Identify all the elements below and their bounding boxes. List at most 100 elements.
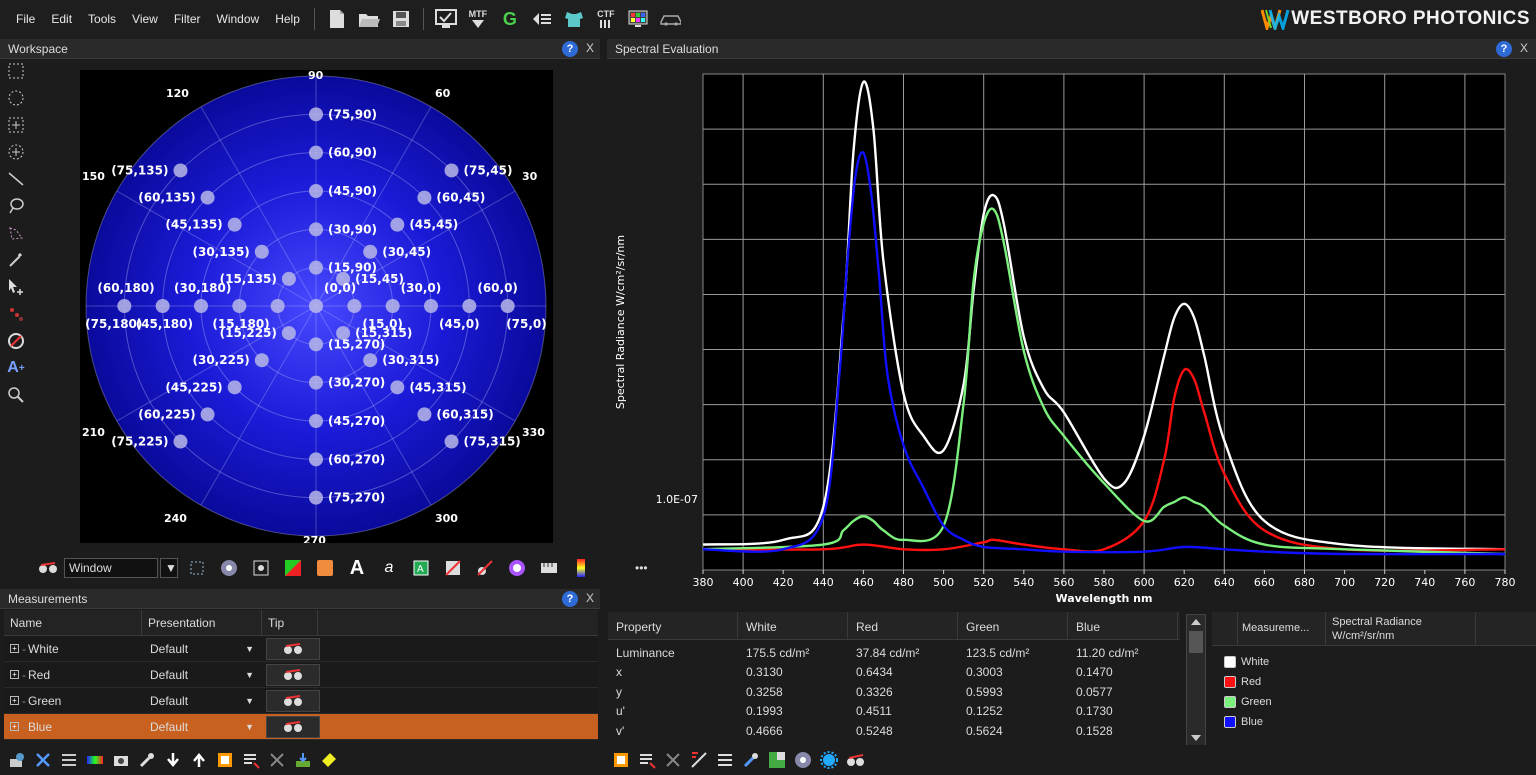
spectral-glasses-icon[interactable] [846, 751, 864, 769]
measurement-point[interactable] [200, 407, 215, 422]
measurement-point[interactable] [390, 217, 405, 232]
measurement-point[interactable] [309, 260, 323, 275]
tip-toggle[interactable] [266, 715, 320, 738]
g-icon[interactable]: G [499, 8, 521, 30]
menu-filter[interactable]: Filter [166, 12, 209, 26]
list-settings-icon[interactable] [60, 751, 78, 769]
measurement-point[interactable] [309, 337, 323, 352]
car-icon[interactable] [659, 8, 681, 30]
menu-help[interactable]: Help [267, 12, 308, 26]
measurement-point[interactable] [254, 353, 269, 368]
no-measure-icon[interactable] [474, 557, 496, 579]
magic-wand-icon[interactable] [4, 249, 28, 271]
measurement-point[interactable] [424, 299, 438, 313]
measurement-name-cell[interactable]: + - Red [4, 668, 142, 682]
shirt-icon[interactable] [563, 8, 585, 30]
measurement-point[interactable] [309, 299, 323, 313]
spectral-close-icon[interactable]: X [1520, 41, 1528, 55]
color-grid-icon[interactable] [627, 8, 649, 30]
measurement-point[interactable] [309, 414, 323, 428]
text-add-icon[interactable]: A + [4, 357, 28, 379]
spectral-settings-icon[interactable] [820, 751, 838, 769]
measurement-point[interactable] [173, 434, 188, 449]
export-icon[interactable] [216, 751, 234, 769]
lasso-icon[interactable] [4, 195, 28, 217]
polygon-points-icon[interactable] [4, 222, 28, 244]
gradient-icon[interactable] [86, 751, 104, 769]
spectral-chart[interactable]: 380 400 420 440 460 480 500 520 540 560 580 600 620 6… [607, 62, 1536, 607]
measurement-point[interactable] [462, 299, 477, 313]
rect-select-icon[interactable] [4, 60, 28, 82]
measurement-name-cell[interactable]: + - Green [4, 694, 142, 708]
measure-add-icon[interactable] [8, 751, 26, 769]
measurement-point[interactable] [385, 299, 400, 313]
spectral-scale-icon[interactable] [690, 751, 708, 769]
arrow-up-icon[interactable] [190, 751, 208, 769]
measurement-point[interactable] [500, 299, 515, 313]
menu-window[interactable]: Window [209, 12, 268, 26]
ruler-icon[interactable] [538, 557, 560, 579]
open-folder-icon[interactable] [358, 8, 380, 30]
legend-item[interactable]: Green [1212, 692, 1536, 712]
colorbar-icon[interactable] [570, 557, 592, 579]
text-icon[interactable]: A [346, 557, 368, 579]
menu-file[interactable]: File [8, 12, 43, 26]
tip-toggle[interactable] [266, 637, 320, 660]
measurement-point[interactable] [155, 299, 170, 313]
measurement-point[interactable] [347, 299, 362, 313]
measurements-help-icon[interactable]: ? [562, 591, 578, 607]
spectral-report-icon[interactable] [638, 751, 656, 769]
list-icon[interactable] [531, 8, 553, 30]
measurement-point[interactable] [270, 299, 285, 313]
polar-image[interactable]: (75,90)(60,90)(45,90)(30,90)(15,90)(75,1… [80, 70, 553, 543]
rect-point-icon[interactable] [4, 114, 28, 136]
expand-icon[interactable]: + [10, 644, 19, 653]
column-header-property[interactable]: Property [608, 612, 738, 639]
measurement-point[interactable] [254, 244, 269, 259]
menu-view[interactable]: View [124, 12, 166, 26]
measurement-point[interactable] [417, 190, 432, 205]
window-select-dropdown-icon[interactable]: ▼ [160, 558, 178, 578]
expand-icon[interactable]: + [10, 696, 19, 705]
column-header-white[interactable]: White [738, 612, 848, 639]
ellipse-select-icon[interactable] [4, 87, 28, 109]
table-row[interactable]: + - Green Default ▼ [4, 688, 598, 714]
menu-tools[interactable]: Tools [80, 12, 124, 26]
presentation-select[interactable]: Default ▼ [142, 694, 262, 708]
measurement-point[interactable] [309, 107, 323, 122]
column-header-red[interactable]: Red [848, 612, 958, 639]
measurement-point[interactable] [309, 490, 323, 505]
presentation-select[interactable]: Default ▼ [142, 720, 262, 734]
measurement-point[interactable] [227, 217, 242, 232]
spectral-list-icon[interactable] [716, 751, 734, 769]
column-header-green[interactable]: Green [958, 612, 1068, 639]
menu-edit[interactable]: Edit [43, 12, 80, 26]
probe-icon[interactable] [138, 751, 156, 769]
red-points-icon[interactable] [4, 303, 28, 325]
import-icon[interactable] [294, 751, 312, 769]
ctf-icon[interactable]: CTF [595, 8, 617, 30]
measurement-point[interactable] [363, 353, 378, 368]
crosshair-box-icon[interactable] [250, 557, 272, 579]
camera-icon[interactable] [112, 751, 130, 769]
delete-icon[interactable] [34, 751, 52, 769]
line-tool-icon[interactable] [4, 168, 28, 190]
scroll-thumb[interactable] [1189, 631, 1203, 653]
tip-toggle[interactable] [266, 689, 320, 712]
measurement-point[interactable] [309, 375, 323, 390]
target-icon[interactable] [218, 557, 240, 579]
workspace-close-icon[interactable]: X [586, 41, 594, 55]
no-entry-icon[interactable] [4, 330, 28, 352]
measurement-name-cell[interactable]: + - Blue [4, 720, 142, 734]
no-text-icon[interactable]: a [378, 557, 400, 579]
spectral-target-icon[interactable] [794, 751, 812, 769]
scroll-up-icon[interactable] [1187, 615, 1205, 629]
color-wheel-icon[interactable] [506, 557, 528, 579]
measurement-point[interactable] [390, 380, 405, 395]
spectral-probe-icon[interactable] [742, 751, 760, 769]
glasses-icon[interactable] [37, 557, 59, 579]
measurement-point[interactable] [227, 380, 242, 395]
text-box-icon[interactable]: A [410, 557, 432, 579]
presentation-select[interactable]: Default ▼ [142, 642, 262, 656]
measurements-close-icon[interactable]: X [586, 591, 594, 605]
